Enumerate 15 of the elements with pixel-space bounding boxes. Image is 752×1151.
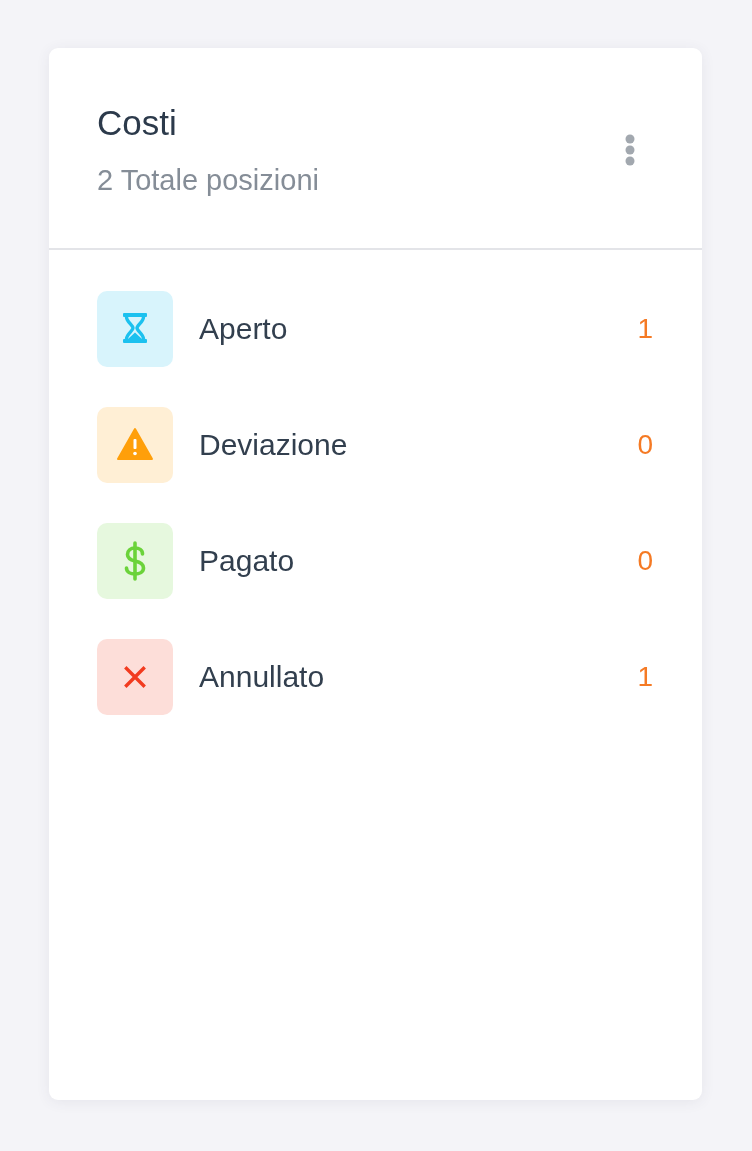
status-count: 1: [637, 312, 653, 346]
card-subtitle: 2 Totale posizioni: [97, 163, 319, 198]
status-label: Annullato: [199, 659, 326, 695]
status-label: Aperto: [199, 311, 289, 347]
status-label: Deviazione: [199, 427, 349, 463]
warning-icon: [97, 407, 173, 483]
status-count: 0: [637, 428, 653, 462]
dollar-sign-icon: [97, 523, 173, 599]
cross-icon: [97, 639, 173, 715]
status-label: Pagato: [199, 543, 296, 579]
more-options-icon[interactable]: [625, 133, 635, 166]
hourglass-icon: [97, 291, 173, 367]
status-count: 1: [637, 660, 653, 694]
status-count: 0: [637, 544, 653, 578]
card-title: Costi: [97, 102, 177, 144]
